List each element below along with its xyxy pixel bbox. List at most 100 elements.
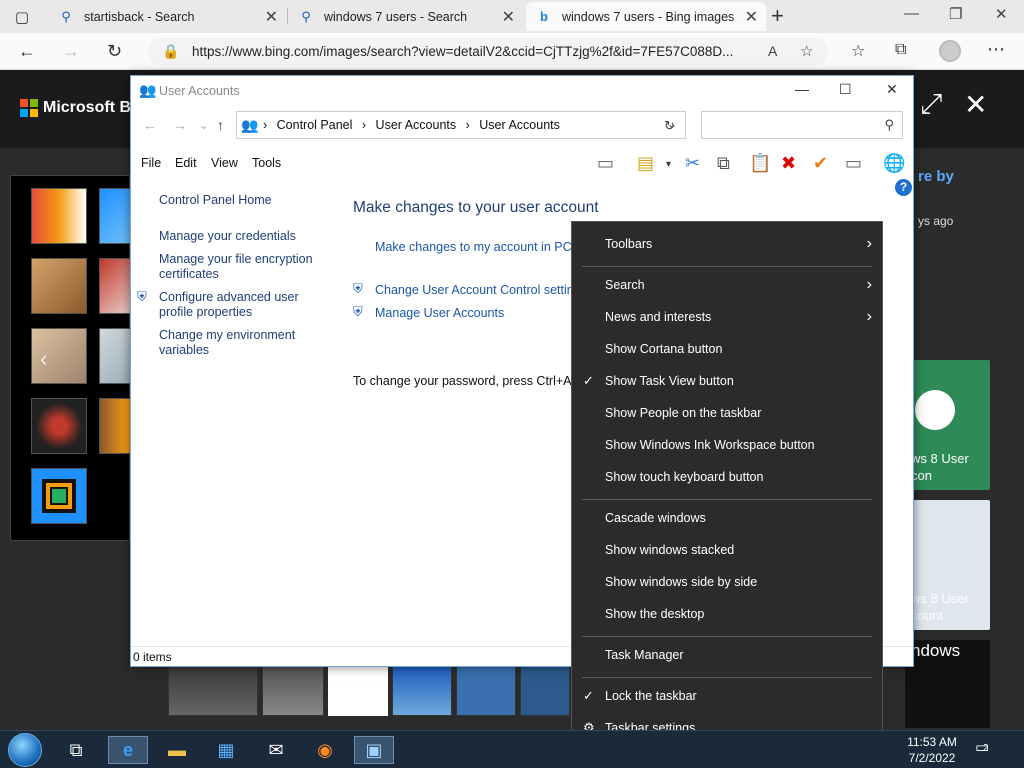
back-icon[interactable]: ← — [143, 117, 157, 133]
advanced-profile-link[interactable]: Configure advanced user profile properti… — [159, 290, 324, 320]
window-title: User Accounts — [159, 84, 240, 98]
filmstrip-thumbnail[interactable] — [456, 666, 516, 716]
environment-variables-link[interactable]: Change my environment variables — [159, 328, 324, 358]
related-image-card[interactable]: ndows — [905, 640, 990, 728]
close-icon[interactable]: ✕ — [886, 81, 898, 98]
filmstrip-thumbnail[interactable] — [520, 666, 570, 716]
filmstrip-thumbnail[interactable] — [392, 666, 452, 716]
filmstrip-thumbnail[interactable] — [168, 666, 258, 716]
expand-icon[interactable]: ⤢ — [920, 88, 942, 121]
edge-icon[interactable]: e — [108, 736, 148, 764]
menu-edit[interactable]: Edit — [175, 156, 197, 170]
copy-icon[interactable]: ⧉ — [717, 153, 730, 174]
menu-file[interactable]: File — [141, 156, 161, 170]
menu-item-cascade[interactable]: Cascade windows — [572, 507, 882, 531]
manage-user-accounts-link[interactable]: Manage User Accounts — [375, 306, 504, 320]
refresh-button[interactable]: ↻ — [654, 111, 686, 139]
minimize-icon[interactable]: — — [795, 81, 809, 97]
notification-center-icon[interactable]: ▭ 2 — [975, 738, 997, 760]
firefox-icon[interactable]: ◉ — [305, 736, 345, 764]
filmstrip-thumbnail[interactable] — [262, 666, 324, 716]
favorites-icon[interactable]: ☆ — [851, 41, 865, 61]
forward-icon[interactable]: → — [62, 41, 80, 62]
task-view-icon[interactable]: ⧉ — [56, 736, 96, 764]
control-panel-icon[interactable]: ▣ — [354, 736, 394, 764]
more-icon[interactable]: ⋯ — [987, 39, 1005, 60]
tab-close-icon[interactable]: ✕ — [745, 7, 758, 27]
restore-icon[interactable]: ❐ — [949, 5, 962, 23]
pc-settings-link[interactable]: Make changes to my account in PC s — [375, 240, 581, 254]
related-image-card[interactable]: ws 8 User count — [905, 500, 990, 630]
properties-icon[interactable]: ▭ — [845, 153, 862, 174]
card-caption: ws 8 User count — [911, 591, 969, 623]
menu-view[interactable]: View — [211, 156, 238, 170]
menu-item-people[interactable]: Show People on the taskbar — [572, 402, 882, 426]
menu-item-show-desktop[interactable]: Show the desktop — [572, 603, 882, 627]
menu-item-stacked[interactable]: Show windows stacked — [572, 539, 882, 563]
close-icon[interactable]: ✕ — [995, 5, 1008, 23]
up-icon[interactable]: ↑ — [217, 117, 224, 133]
menu-item-touch-keyboard[interactable]: Show touch keyboard button — [572, 466, 882, 490]
menu-item-ink-workspace[interactable]: Show Windows Ink Workspace button — [572, 434, 882, 458]
control-panel-icon: 👥 — [241, 117, 259, 133]
menu-item-cortana[interactable]: Show Cortana button — [572, 338, 882, 362]
forward-icon[interactable]: → — [173, 117, 187, 133]
browser-tab-windows7-search[interactable]: ⚲ windows 7 users - Search ✕ — [288, 2, 523, 31]
close-icon[interactable]: ✕ — [964, 88, 987, 121]
browser-tab-startisback[interactable]: ⚲ startisback - Search ✕ — [48, 2, 286, 31]
cut-icon[interactable]: ✂ — [685, 153, 700, 174]
help-icon[interactable]: ? — [895, 179, 912, 196]
breadcrumb[interactable]: 👥 › Control Panel › User Accounts › User… — [236, 111, 686, 139]
item-count: 0 items — [133, 650, 172, 664]
store-icon[interactable]: ▦ — [206, 736, 246, 764]
breadcrumb-item[interactable]: User Accounts — [376, 118, 457, 132]
menu-item-toolbars[interactable]: Toolbars › — [572, 233, 882, 257]
address-bar[interactable]: 🔒 https://www.bing.com/images/search?vie… — [148, 38, 828, 66]
menu-item-side-by-side[interactable]: Show windows side by side — [572, 571, 882, 595]
menu-item-task-view[interactable]: ✓ Show Task View button — [572, 370, 882, 394]
refresh-icon[interactable]: ↻ — [107, 41, 122, 62]
checkmark-icon[interactable]: ✔ — [813, 153, 828, 174]
breadcrumb-item[interactable]: User Accounts — [479, 118, 560, 132]
chevron-down-icon[interactable]: ▾ — [666, 159, 671, 170]
manage-credentials-link[interactable]: Manage your credentials — [159, 229, 324, 244]
delete-icon[interactable]: ✖ — [781, 153, 796, 174]
related-image-card[interactable]: ws 8 User con — [905, 360, 990, 490]
read-aloud-icon[interactable]: A — [768, 43, 777, 59]
menu-divider — [582, 636, 872, 637]
thumbnail — [31, 258, 87, 314]
tab-close-icon[interactable]: ✕ — [265, 7, 278, 27]
mail-icon[interactable]: ✉ — [256, 736, 296, 764]
image-preview[interactable] — [10, 175, 155, 541]
back-icon[interactable]: ← — [18, 41, 36, 62]
tab-actions-icon[interactable]: ▢ — [8, 6, 36, 28]
menu-item-news[interactable]: News and interests › — [572, 306, 882, 330]
tab-close-icon[interactable]: ✕ — [502, 7, 515, 27]
control-panel-home-link[interactable]: Control Panel Home — [159, 193, 324, 208]
views-icon[interactable]: ▤ — [637, 153, 654, 174]
browser-tab-bing-images[interactable]: b windows 7 users - Bing images ✕ — [526, 2, 766, 31]
start-button[interactable] — [8, 733, 42, 767]
new-tab-button[interactable]: + — [771, 3, 784, 29]
maximize-icon[interactable]: ☐ — [839, 81, 852, 98]
file-explorer-icon[interactable]: ▬ — [157, 736, 197, 764]
menu-tools[interactable]: Tools — [252, 156, 281, 170]
globe-icon[interactable]: 🌐 — [883, 153, 905, 174]
avatar[interactable] — [939, 40, 961, 62]
collections-icon[interactable]: ⧉ — [895, 41, 906, 59]
file-encryption-link[interactable]: Manage your file encryption certificates — [159, 252, 324, 282]
add-favorite-icon[interactable]: ☆ — [800, 42, 813, 60]
breadcrumb-item[interactable]: Control Panel — [277, 118, 353, 132]
recent-dropdown-icon[interactable]: ⌄ — [199, 119, 208, 132]
menu-item-search[interactable]: Search › — [572, 274, 882, 298]
menu-item-task-manager[interactable]: Task Manager — [572, 644, 882, 668]
uac-settings-link[interactable]: Change User Account Control setting — [375, 283, 581, 297]
preview-pane-icon[interactable]: ▭ — [597, 153, 614, 174]
minimize-icon[interactable]: — — [904, 5, 919, 22]
system-clock[interactable]: 11:53 AM 7/2/2022 — [900, 734, 964, 766]
search-input[interactable]: ⚲ — [701, 111, 903, 139]
previous-image-icon[interactable]: ‹ — [40, 346, 47, 372]
paste-icon[interactable]: 📋 — [749, 153, 771, 174]
filmstrip-thumbnail[interactable] — [328, 666, 388, 716]
menu-item-lock-taskbar[interactable]: ✓ Lock the taskbar — [572, 685, 882, 709]
